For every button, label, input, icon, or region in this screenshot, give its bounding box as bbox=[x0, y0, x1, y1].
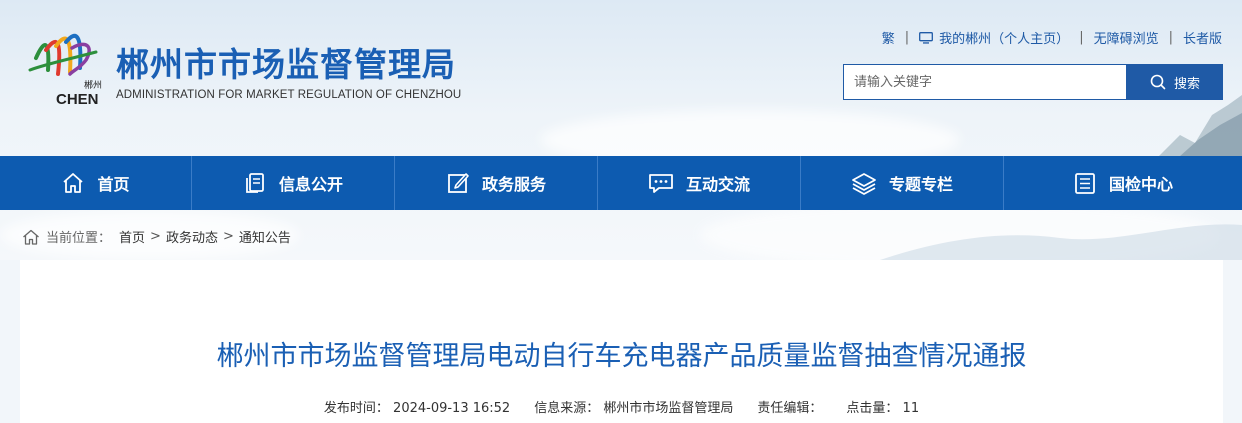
nav-label: 政务服务 bbox=[481, 175, 546, 194]
nav-label: 首页 bbox=[97, 175, 130, 194]
click-count: 点击量： 11 bbox=[846, 397, 919, 416]
site-logo: 郴州 CHEN bbox=[28, 33, 102, 106]
site-subtitle: ADMINISTRATION FOR MARKET REGULATION OF … bbox=[116, 89, 462, 101]
search-button[interactable]: 搜索 bbox=[1127, 64, 1223, 100]
breadcrumb-label: 当前位置： bbox=[46, 231, 112, 246]
divider: | bbox=[1079, 30, 1084, 45]
nav-label: 信息公开 bbox=[278, 175, 343, 194]
divider: | bbox=[1168, 30, 1173, 45]
responsible-editor-label: 责任编辑： bbox=[757, 401, 823, 416]
divider: | bbox=[904, 30, 910, 45]
breadcrumb-item-home[interactable]: 首页 bbox=[119, 227, 145, 246]
responsible-editor: 责任编辑： bbox=[757, 397, 822, 416]
breadcrumb-item-notices[interactable]: 通知公告 bbox=[239, 227, 291, 246]
info-source: 信息来源： 郴州市市场监督管理局 bbox=[534, 397, 733, 416]
breadcrumb-separator: > bbox=[222, 229, 234, 244]
main-nav: 首页 信息公开 政务服务 互动交流 专题专栏 国检中心 bbox=[0, 156, 1242, 210]
logo-chinese-text: 郴州 bbox=[84, 79, 102, 91]
search-input[interactable] bbox=[843, 64, 1127, 100]
monitor-icon bbox=[919, 31, 934, 44]
home-icon bbox=[63, 173, 84, 193]
article-panel: 郴州市市场监督管理局电动自行车充电器产品质量监督抽查情况通报 发布时间： 202… bbox=[20, 260, 1223, 423]
personal-homepage-label: 我的郴州（个人主页） bbox=[939, 32, 1070, 47]
nav-label: 国检中心 bbox=[1108, 175, 1173, 194]
publish-time: 发布时间： 2024-09-13 16:52 bbox=[324, 397, 510, 416]
breadcrumb-item-government-news[interactable]: 政务动态 bbox=[166, 227, 218, 246]
article-meta: 发布时间： 2024-09-13 16:52 信息来源： 郴州市市场监督管理局 … bbox=[20, 397, 1223, 416]
click-count-label: 点击量： bbox=[846, 401, 899, 416]
info-source-label: 信息来源： bbox=[534, 401, 600, 416]
chat-icon bbox=[649, 174, 673, 193]
click-count-value: 11 bbox=[902, 401, 920, 416]
logo-chen-text: CHEN bbox=[56, 91, 99, 106]
mountain-decoration bbox=[1150, 95, 1242, 165]
documents-icon bbox=[246, 173, 264, 193]
nav-label: 专题专栏 bbox=[888, 175, 953, 194]
site-title: 郴州市市场监督管理局 bbox=[116, 45, 456, 84]
breadcrumb: 当前位置： 首页 > 政务动态 > 通知公告 bbox=[22, 227, 291, 246]
nav-item-home[interactable]: 首页 bbox=[0, 156, 192, 210]
nav-label: 互动交流 bbox=[685, 175, 750, 194]
traditional-chinese-link[interactable]: 繁 bbox=[882, 28, 895, 47]
article-title: 郴州市市场监督管理局电动自行车充电器产品质量监督抽查情况通报 bbox=[216, 341, 1027, 372]
search-icon bbox=[1150, 74, 1166, 90]
nav-item-interaction[interactable]: 互动交流 bbox=[598, 156, 801, 210]
accessible-browsing-link[interactable]: 无障碍浏览 bbox=[1094, 28, 1159, 47]
nav-item-info-disclosure[interactable]: 信息公开 bbox=[192, 156, 395, 210]
home-icon bbox=[23, 229, 39, 245]
nav-item-government-services[interactable]: 政务服务 bbox=[395, 156, 598, 210]
search-bar: 搜索 bbox=[843, 64, 1223, 100]
publish-time-value: 2024-09-13 16:52 bbox=[393, 401, 511, 416]
top-links: 繁 | 我的郴州（个人主页） | 无障碍浏览 | 长者版 bbox=[882, 28, 1222, 47]
info-source-value: 郴州市市场监督管理局 bbox=[603, 401, 734, 416]
nav-item-special-topics[interactable]: 专题专栏 bbox=[801, 156, 1004, 210]
nav-item-inspection-center[interactable]: 国检中心 bbox=[1004, 156, 1242, 210]
edit-icon bbox=[448, 173, 469, 193]
list-icon bbox=[1075, 173, 1095, 194]
breadcrumb-separator: > bbox=[150, 229, 161, 244]
elderly-version-link[interactable]: 长者版 bbox=[1183, 28, 1222, 47]
publish-time-label: 发布时间： bbox=[323, 401, 389, 416]
personal-homepage-link[interactable]: 我的郴州（个人主页） bbox=[919, 28, 1069, 47]
search-button-label: 搜索 bbox=[1173, 76, 1200, 92]
layers-icon bbox=[852, 173, 876, 195]
